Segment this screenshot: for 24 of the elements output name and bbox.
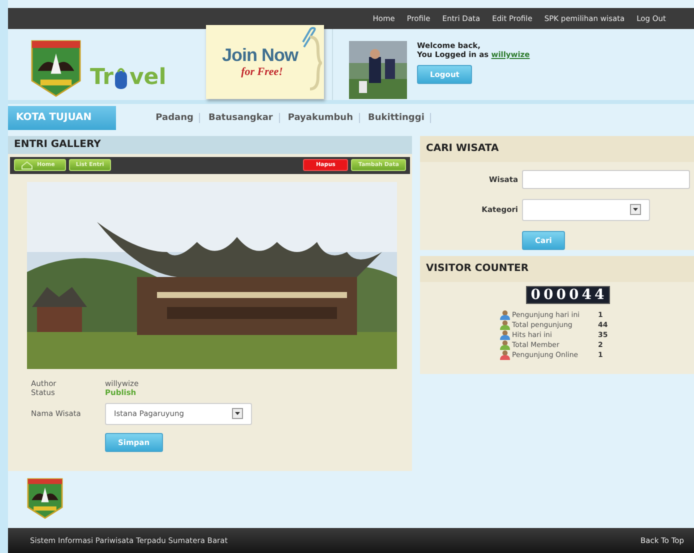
panel-title: ENTRI GALLERY	[8, 136, 412, 154]
house-icon	[21, 160, 33, 170]
brace-icon	[308, 34, 322, 91]
nav-title: KOTA TUJUAN	[8, 106, 116, 130]
emblem-icon	[26, 476, 64, 519]
dropdown-icon	[630, 204, 641, 216]
nav-link[interactable]: Padang	[150, 112, 200, 123]
emblem-icon	[30, 38, 82, 97]
logo-text: vel	[129, 65, 166, 90]
visitor-counter: 000044	[526, 286, 610, 304]
dropdown-icon	[232, 408, 243, 420]
nav-link[interactable]: Payakumbuh	[282, 112, 360, 123]
wisata-field[interactable]	[522, 170, 690, 189]
promo-subtitle: for Free!	[241, 66, 283, 78]
logo-text: Tr	[90, 65, 114, 90]
promo-title: Join Now	[222, 45, 298, 66]
paperclip-icon	[300, 26, 318, 49]
promo-note[interactable]: Join Now for Free!	[206, 24, 324, 99]
kategori-dropdown[interactable]	[522, 198, 650, 221]
panel-title: CARI WISATA	[420, 136, 694, 162]
nav-link[interactable]: Bukittinggi	[362, 112, 432, 123]
bag-icon	[113, 66, 130, 90]
nav-link[interactable]: Batusangkar	[202, 112, 280, 123]
panel-title: VISITOR COUNTER	[420, 256, 694, 282]
